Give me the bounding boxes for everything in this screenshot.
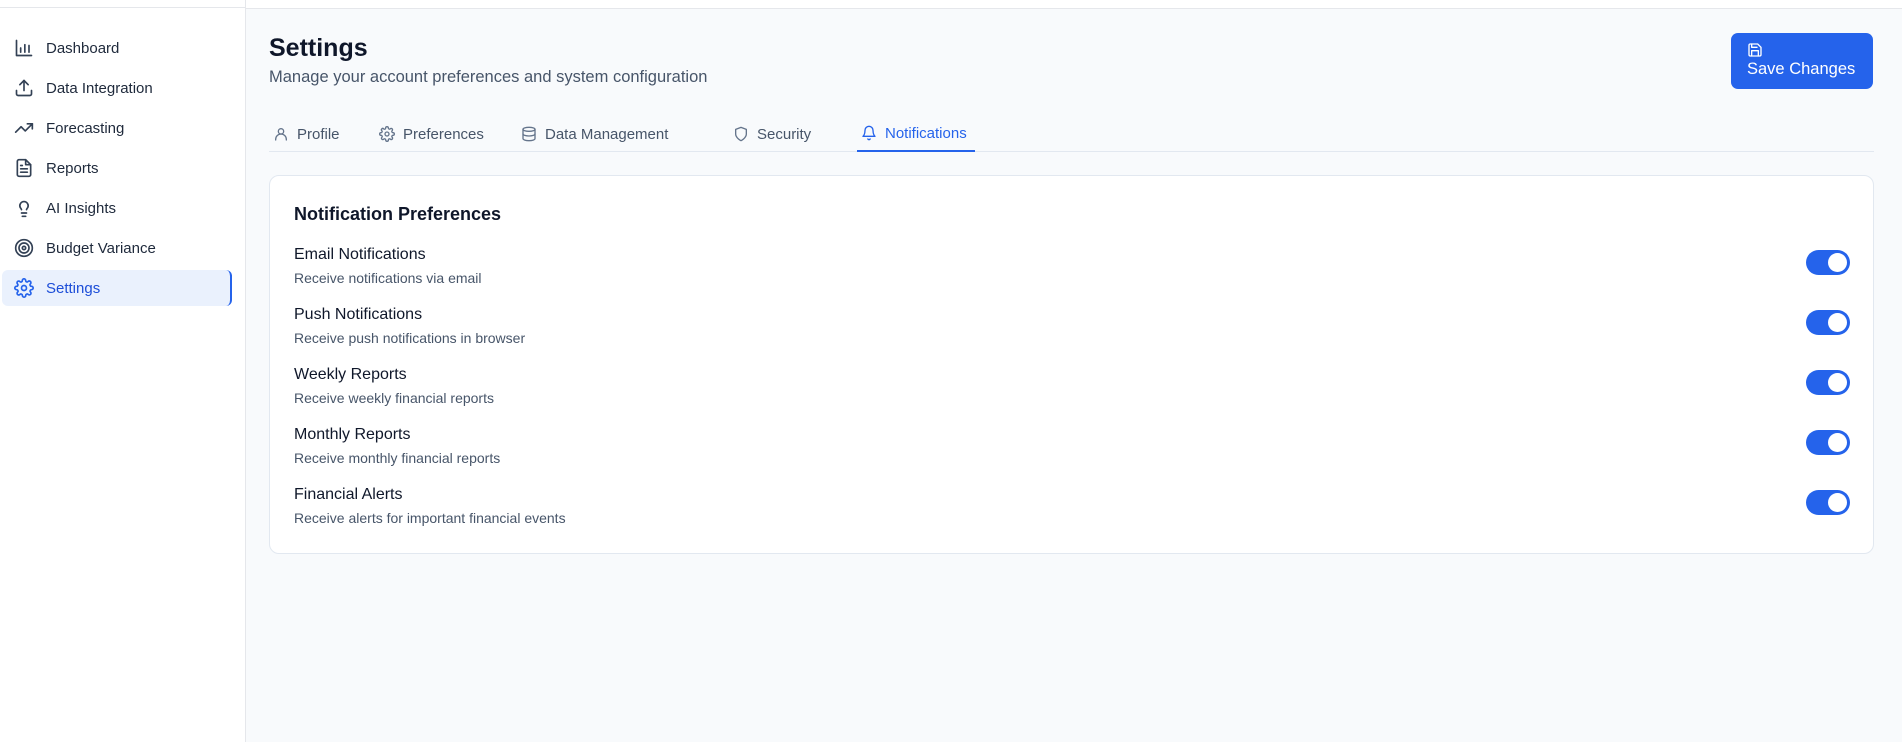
- sidebar: Dashboard Data Integration Forecasting R…: [0, 0, 246, 742]
- save-changes-label: Save Changes: [1747, 60, 1856, 78]
- weekly-reports-toggle[interactable]: [1806, 370, 1850, 395]
- toggle-knob: [1828, 253, 1847, 272]
- sidebar-item-forecasting[interactable]: Forecasting: [2, 110, 232, 146]
- shield-icon: [733, 126, 749, 142]
- setting-description: Receive monthly financial reports: [294, 450, 501, 466]
- sidebar-item-ai-insights[interactable]: AI Insights: [2, 190, 232, 226]
- tab-security[interactable]: Security: [729, 116, 815, 152]
- toggle-knob: [1828, 373, 1847, 392]
- tab-notifications[interactable]: Notifications: [857, 116, 975, 152]
- sidebar-item-dashboard[interactable]: Dashboard: [2, 30, 232, 66]
- tab-label: Profile: [297, 125, 340, 143]
- push-notifications-toggle[interactable]: [1806, 310, 1850, 335]
- sidebar-item-label: AI Insights: [46, 199, 117, 217]
- financial-alerts-toggle[interactable]: [1806, 490, 1850, 515]
- sidebar-item-label: Reports: [46, 159, 99, 177]
- setting-description: Receive push notifications in browser: [294, 330, 526, 346]
- sidebar-item-reports[interactable]: Reports: [2, 150, 232, 186]
- settings-tabs: Profile Preferences Data Management Secu…: [269, 116, 1874, 152]
- setting-name: Weekly Reports: [294, 366, 407, 383]
- toggle-knob: [1828, 493, 1847, 512]
- setting-description: Receive notifications via email: [294, 270, 482, 286]
- page-subtitle: Manage your account preferences and syst…: [269, 68, 708, 86]
- sidebar-item-label: Dashboard: [46, 39, 120, 57]
- setting-name: Push Notifications: [294, 306, 423, 323]
- setting-weekly-reports: Weekly Reports Receive weekly financial …: [294, 366, 1850, 414]
- tab-preferences[interactable]: Preferences: [375, 116, 488, 152]
- card-title: Notification Preferences: [294, 204, 502, 224]
- top-bar: [246, 0, 1902, 9]
- setting-name: Email Notifications: [294, 246, 426, 263]
- user-icon: [273, 126, 289, 142]
- upload-icon: [14, 78, 34, 98]
- page-title: Settings: [269, 34, 368, 62]
- save-icon: [1747, 42, 1763, 58]
- database-icon: [521, 126, 537, 142]
- sidebar-item-label: Settings: [46, 279, 101, 297]
- setting-financial-alerts: Financial Alerts Receive alerts for impo…: [294, 486, 1850, 534]
- tab-label: Notifications: [885, 124, 967, 142]
- trending-up-icon: [14, 118, 34, 138]
- setting-email-notifications: Email Notifications Receive notification…: [294, 246, 1850, 294]
- setting-push-notifications: Push Notifications Receive push notifica…: [294, 306, 1850, 354]
- file-text-icon: [14, 158, 34, 178]
- sidebar-item-label: Forecasting: [46, 119, 125, 137]
- gear-icon: [379, 126, 395, 142]
- setting-description: Receive alerts for important financial e…: [294, 510, 566, 526]
- tab-profile[interactable]: Profile: [269, 116, 344, 152]
- target-icon: [14, 238, 34, 258]
- sidebar-item-label: Data Integration: [46, 79, 153, 97]
- setting-name: Financial Alerts: [294, 486, 403, 503]
- main-content: Settings Manage your account preferences…: [246, 0, 1902, 742]
- save-changes-button[interactable]: Save Changes: [1731, 33, 1873, 89]
- lightbulb-icon: [14, 198, 34, 218]
- sidebar-item-settings[interactable]: Settings: [2, 270, 232, 306]
- setting-monthly-reports: Monthly Reports Receive monthly financia…: [294, 426, 1850, 474]
- setting-description: Receive weekly financial reports: [294, 390, 494, 406]
- bar-chart-icon: [14, 38, 34, 58]
- toggle-knob: [1828, 313, 1847, 332]
- sidebar-item-data-integration[interactable]: Data Integration: [2, 70, 232, 106]
- notification-preferences-card: Notification Preferences Email Notificat…: [269, 175, 1874, 554]
- sidebar-header: [0, 0, 246, 8]
- gear-icon: [14, 278, 34, 298]
- monthly-reports-toggle[interactable]: [1806, 430, 1850, 455]
- sidebar-item-label: Budget Variance: [46, 239, 156, 257]
- tab-label: Security: [757, 125, 812, 143]
- email-notifications-toggle[interactable]: [1806, 250, 1850, 275]
- sidebar-nav: Dashboard Data Integration Forecasting R…: [0, 30, 246, 310]
- toggle-knob: [1828, 433, 1847, 452]
- tab-data-management[interactable]: Data Management: [517, 116, 672, 152]
- setting-name: Monthly Reports: [294, 426, 411, 443]
- sidebar-item-budget-variance[interactable]: Budget Variance: [2, 230, 232, 266]
- tab-label: Preferences: [403, 125, 484, 143]
- tab-label: Data Management: [545, 125, 669, 143]
- bell-icon: [861, 125, 877, 141]
